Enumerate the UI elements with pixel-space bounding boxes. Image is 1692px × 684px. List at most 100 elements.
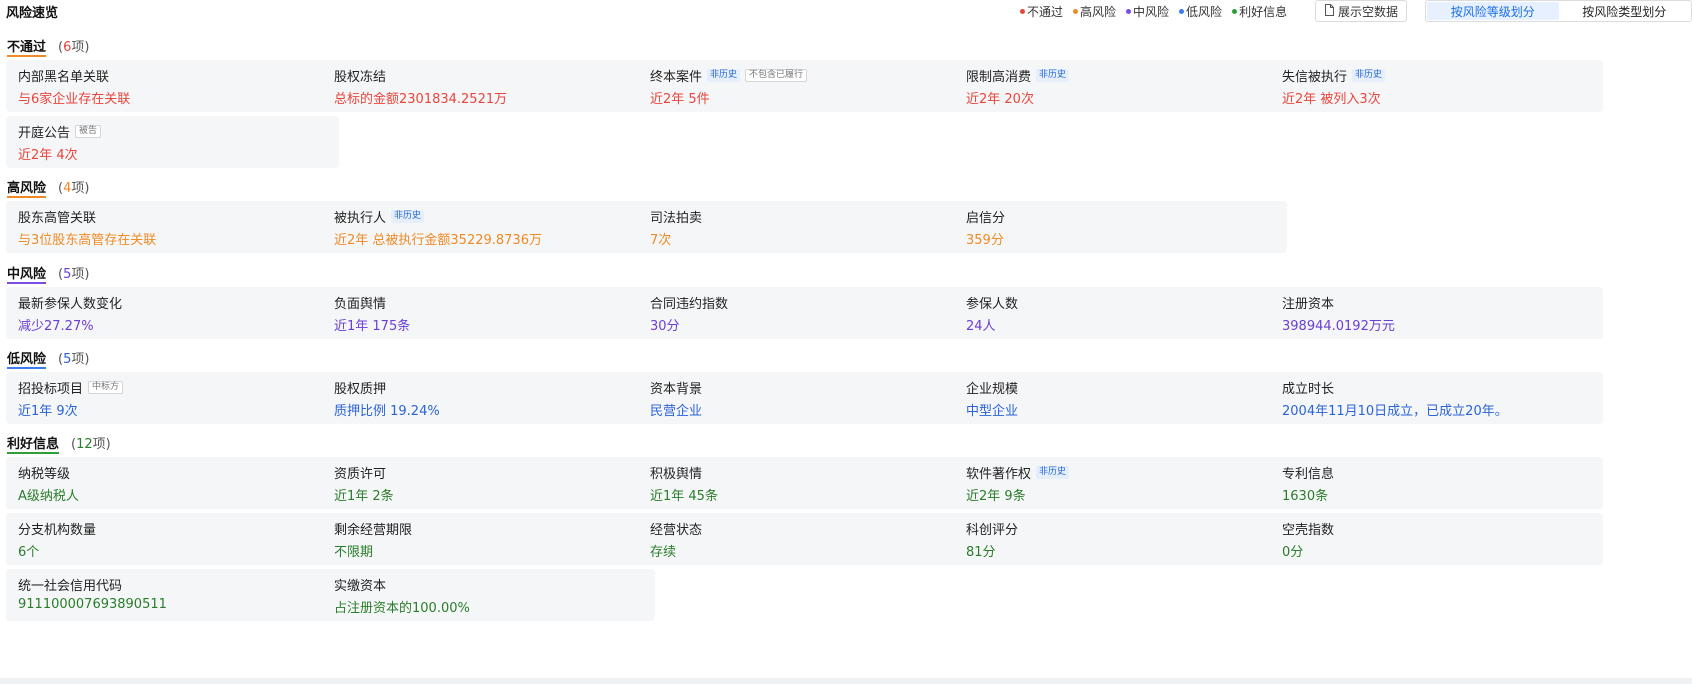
risk-card[interactable]: 股权冻结 总标的金额2301834.2521万 [322,60,655,112]
risk-card[interactable]: 积极舆情 近1年 45条 [638,457,971,509]
card-value[interactable]: 质押比例 19.24% [334,400,643,419]
card-title-row: 合同违约指数 [650,294,959,311]
card-value[interactable]: 30分 [650,315,959,334]
card-value[interactable]: 占注册资本的100.00% [334,597,643,616]
risk-card[interactable]: 注册资本 398944.0192万元 [1270,287,1603,339]
risk-card[interactable]: 软件著作权 非历史 近2年 9条 [954,457,1287,509]
card-value[interactable]: 减少27.27% [18,315,327,334]
card-value[interactable]: 与3位股东高管存在关联 [18,229,327,248]
card-value[interactable]: 中型企业 [966,400,1275,419]
card-value[interactable]: 近2年 5件 [650,88,959,107]
card-value[interactable]: 398944.0192万元 [1282,315,1591,334]
card-value[interactable]: 359分 [966,229,1275,248]
card-title: 科创评分 [966,523,1019,537]
card-value[interactable]: 81分 [966,541,1275,560]
card-value[interactable]: 近2年 9条 [966,485,1275,504]
risk-card[interactable]: 科创评分 81分 [954,513,1287,565]
show-empty-data-button[interactable]: 展示空数据 [1315,0,1408,22]
risk-card[interactable]: 经营状态 存续 [638,513,971,565]
risk-card[interactable]: 专利信息 1630条 [1270,457,1603,509]
risk-card[interactable]: 限制高消费 非历史 近2年 20次 [954,60,1287,112]
risk-card[interactable]: 资本背景 民营企业 [638,372,971,424]
risk-card[interactable]: 内部黑名单关联 与6家企业存在关联 [6,60,339,112]
legend-dot-icon [1020,9,1025,14]
risk-card[interactable]: 负面舆情近1年 175条 [322,287,655,339]
card-value[interactable]: 911100007693890511 [18,597,327,612]
legend-label: 高风险 [1080,5,1117,19]
risk-card[interactable]: 股权质押质押比例 19.24% [322,372,655,424]
card-value[interactable]: 民营企业 [650,400,959,419]
tab-by-risk-level[interactable]: 按风险等级划分 [1427,2,1559,20]
risk-card[interactable]: 开庭公告 被告 近2年 4次 [6,116,339,168]
card-title-row: 资质许可 [334,464,643,481]
card-value[interactable]: A级纳税人 [18,485,327,504]
count-close: 项) [71,40,90,55]
card-value[interactable]: 近2年 被列入3次 [1282,88,1591,107]
risk-card[interactable]: 剩余经营期限 不限期 [322,513,655,565]
section-count: (5项) [58,263,89,282]
card-value[interactable]: 7次 [650,229,959,248]
card-title: 启信分 [966,211,1006,225]
section-header: 不通过 (6项) [7,36,89,57]
risk-card[interactable]: 失信被执行 非历史 近2年 被列入3次 [1270,60,1603,112]
risk-card[interactable]: 启信分 359分 [954,201,1287,253]
card-title-row: 限制高消费 非历史 [966,67,1275,84]
risk-card[interactable]: 统一社会信用代码 911100007693890511 [6,569,339,621]
card-value[interactable]: 近1年 9次 [18,400,327,419]
card-value[interactable]: 近1年 45条 [650,485,959,504]
card-title: 司法拍卖 [650,211,703,225]
risk-card[interactable]: 最新参保人数变化 减少27.27% [6,287,339,339]
risk-card[interactable]: 被执行人 非历史 近2年 总被执行金额35229.8736万 [322,201,655,253]
risk-card[interactable]: 终本案件 非历史 不包含已履行 近2年 5件 [638,60,971,112]
risk-card[interactable]: 企业规模 中型企业 [954,372,1287,424]
risk-card[interactable]: 合同违约指数 30分 [638,287,971,339]
card-value[interactable]: 与6家企业存在关联 [18,88,327,107]
section-title: 低风险 [7,352,47,369]
risk-card[interactable]: 空壳指数 0分 [1270,513,1603,565]
count-close: 项) [71,267,90,282]
view-mode-toggle: 按风险等级划分 按风险类型划分 [1425,0,1692,22]
card-title-row: 科创评分 [966,520,1275,537]
card-value[interactable]: 2004年11月10日成立，已成立20年。 [1282,400,1591,419]
risk-card[interactable]: 司法拍卖 7次 [638,201,971,253]
card-title-row: 空壳指数 [1282,520,1591,537]
card-title-row: 注册资本 [1282,294,1591,311]
card-value[interactable]: 近1年 175条 [334,315,643,334]
card-title-row: 股权质押 [334,379,643,396]
card-title: 成立时长 [1282,382,1335,396]
card-title-row: 实缴资本 [334,576,643,593]
card-value[interactable]: 1630条 [1282,485,1591,504]
card-value[interactable]: 总标的金额2301834.2521万 [334,88,643,107]
tab-by-risk-type[interactable]: 按风险类型划分 [1559,2,1691,20]
card-title: 限制高消费 [966,70,1032,84]
section-header: 低风险 (5项) [7,348,89,369]
card-title-row: 最新参保人数变化 [18,294,327,311]
card-value[interactable]: 存续 [650,541,959,560]
card-title-row: 司法拍卖 [650,208,959,225]
card-tag: 非历史 [1036,69,1070,82]
card-value[interactable]: 0分 [1282,541,1591,560]
card-title: 股权质押 [334,382,387,396]
risk-card[interactable]: 招投标项目 中标方 近1年 9次 [6,372,339,424]
card-title: 负面舆情 [334,297,387,311]
risk-card[interactable]: 资质许可近1年 2条 [322,457,655,509]
legend-label: 利好信息 [1239,5,1288,19]
card-value[interactable]: 近2年 总被执行金额35229.8736万 [334,229,643,248]
card-value[interactable]: 近1年 2条 [334,485,643,504]
risk-card[interactable]: 实缴资本占注册资本的100.00% [322,569,655,621]
card-tag-secondary: 中标方 [88,381,124,394]
card-title-row: 参保人数 [966,294,1275,311]
risk-card[interactable]: 成立时长 2004年11月10日成立，已成立20年。 [1270,372,1603,424]
card-value[interactable]: 24人 [966,315,1275,334]
risk-card[interactable]: 参保人数 24人 [954,287,1287,339]
card-value[interactable]: 不限期 [334,541,643,560]
risk-card[interactable]: 股东高管关联 与3位股东高管存在关联 [6,201,339,253]
card-value[interactable]: 近2年 4次 [18,144,327,163]
card-value[interactable]: 近2年 20次 [966,88,1275,107]
show-empty-data-label: 展示空数据 [1338,4,1399,19]
card-title-row: 成立时长 [1282,379,1591,396]
risk-card[interactable]: 纳税等级 A级纳税人 [6,457,339,509]
card-title-row: 企业规模 [966,379,1275,396]
risk-card[interactable]: 分支机构数量 6个 [6,513,339,565]
card-value[interactable]: 6个 [18,541,327,560]
